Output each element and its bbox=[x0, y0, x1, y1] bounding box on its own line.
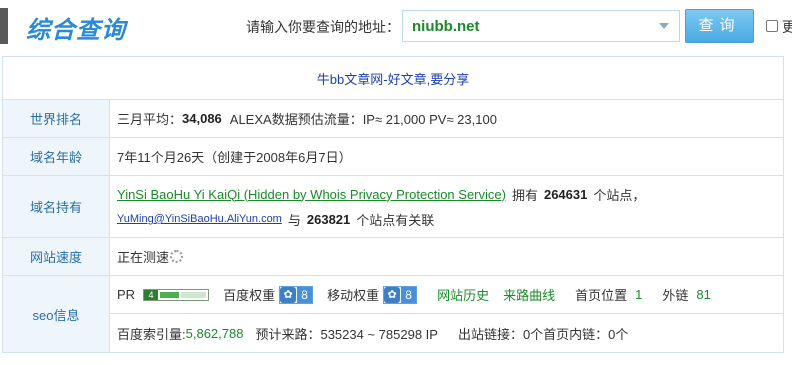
outbound-links: 出站链接：0个首页内链：0个 bbox=[457, 326, 629, 342]
info-table: 牛bb文章网-好文章,要分享 世界排名 三月平均： 34,086 ALEXA数据… bbox=[2, 56, 784, 353]
more-checkbox-label[interactable]: 更 bbox=[782, 17, 792, 37]
baidu-weight-label: 百度权重 bbox=[223, 288, 276, 303]
pagerank-bar-track bbox=[181, 291, 207, 298]
owns-count: 264631 bbox=[543, 186, 588, 202]
pagerank-value: 4 bbox=[144, 289, 159, 300]
rank-number: 34,086 bbox=[182, 111, 222, 126]
baidu-weight-value: 8 bbox=[297, 286, 313, 303]
site-speed-row: 网站速度 正在测速 bbox=[3, 237, 783, 275]
domain-owner-row: 域名持有 YinSi BaoHu Yi KaiQi (Hidden by Who… bbox=[3, 175, 783, 237]
site-history-link[interactable]: 网站历史 bbox=[437, 285, 489, 304]
owns-suffix: 个站点， bbox=[593, 187, 646, 203]
domain-input-value[interactable]: niubb.net bbox=[412, 18, 480, 35]
mobile-weight-value: 8 bbox=[401, 286, 417, 303]
chevron-down-icon[interactable] bbox=[659, 23, 669, 29]
baidu-paw-icon: ✿ bbox=[280, 286, 297, 303]
pr-label: PR bbox=[117, 287, 136, 302]
seo-row: seo信息 PR 4 百度权重 ✿ 8 移动权重 ✿ 8 网站历史 来路曲线 首… bbox=[3, 275, 783, 352]
header: 综合查询 请输入你要查询的地址： niubb.net 查询 更 bbox=[0, 0, 792, 52]
mobile-weight-badge[interactable]: ✿ 8 bbox=[383, 285, 418, 304]
baidu-index-value[interactable]: 5,862,788 bbox=[186, 326, 244, 341]
seo-line-1: PR 4 百度权重 ✿ 8 移动权重 ✿ 8 网站历史 来路曲线 首页位置 1 … bbox=[110, 276, 783, 314]
query-label: 请输入你要查询的地址： bbox=[246, 19, 400, 35]
seo-value: PR 4 百度权重 ✿ 8 移动权重 ✿ 8 网站历史 来路曲线 首页位置 1 … bbox=[110, 276, 783, 352]
world-rank-value: 三月平均： 34,086 ALEXA数据预估流量：IP≈ 21,000 PV≈ … bbox=[110, 100, 783, 137]
baidu-weight-badge[interactable]: ✿ 8 bbox=[279, 285, 314, 304]
baidu-paw-icon: ✿ bbox=[384, 286, 401, 303]
pagerank-bar-fill bbox=[160, 291, 180, 298]
row-label: 网站速度 bbox=[3, 238, 110, 275]
mobile-weight-label: 移动权重 bbox=[327, 288, 380, 303]
speed-status: 正在测速 bbox=[117, 250, 170, 265]
estimated-traffic: 预计来路：535234 ~ 785298 IP bbox=[255, 326, 438, 342]
home-position-label: 首页位置 bbox=[575, 288, 628, 303]
domain-input[interactable]: niubb.net bbox=[402, 10, 680, 42]
home-position-value[interactable]: 1 bbox=[635, 287, 642, 302]
seo-line-2: 百度索引量: 5,862,788 预计来路：535234 ~ 785298 IP… bbox=[110, 314, 783, 352]
row-label: 域名年龄 bbox=[3, 138, 110, 175]
row-label: 世界排名 bbox=[3, 100, 110, 137]
related-prefix: 与 bbox=[287, 212, 301, 228]
pagerank-badge: 4 bbox=[143, 288, 210, 301]
site-speed-value: 正在测速 bbox=[110, 238, 783, 275]
owner-name-link[interactable]: YinSi BaoHu Yi KaiQi (Hidden by Whois Pr… bbox=[117, 187, 506, 202]
query-button[interactable]: 查询 bbox=[685, 9, 754, 43]
row-label: 域名持有 bbox=[3, 176, 110, 237]
owns-prefix: 拥有 bbox=[511, 187, 538, 203]
baidu-index-label: 百度索引量: bbox=[117, 326, 186, 342]
header-accent-bar bbox=[0, 8, 8, 44]
more-checkbox[interactable] bbox=[766, 20, 778, 32]
rank-prefix: 三月平均： bbox=[117, 112, 183, 127]
owner-email-link[interactable]: YuMing@YinSiBaoHu.AliYun.com bbox=[117, 213, 282, 225]
slogan-row: 牛bb文章网-好文章,要分享 bbox=[3, 57, 783, 99]
domain-age-value: 7年11个月26天（创建于2008年6月7日） bbox=[110, 138, 783, 175]
related-count: 263821 bbox=[306, 211, 351, 227]
outlinks-label: 外链 bbox=[662, 288, 689, 303]
page-title: 综合查询 bbox=[26, 17, 126, 44]
domain-owner-value: YinSi BaoHu Yi KaiQi (Hidden by Whois Pr… bbox=[110, 176, 783, 237]
outlinks-value[interactable]: 81 bbox=[696, 287, 710, 302]
row-label: seo信息 bbox=[3, 276, 110, 352]
site-slogan-link[interactable]: 牛bb文章网-好文章,要分享 bbox=[317, 69, 469, 88]
alexa-traffic: ALEXA数据预估流量：IP≈ 21,000 PV≈ 23,100 bbox=[229, 112, 497, 127]
loading-spinner-icon bbox=[170, 250, 184, 263]
related-suffix: 个站点有关联 bbox=[356, 212, 435, 228]
traffic-curve-link[interactable]: 来路曲线 bbox=[503, 285, 555, 304]
domain-age-text: 7年11个月26天（创建于2008年6月7日） bbox=[117, 150, 352, 165]
domain-age-row: 域名年龄 7年11个月26天（创建于2008年6月7日） bbox=[3, 137, 783, 175]
world-rank-row: 世界排名 三月平均： 34,086 ALEXA数据预估流量：IP≈ 21,000… bbox=[3, 99, 783, 137]
